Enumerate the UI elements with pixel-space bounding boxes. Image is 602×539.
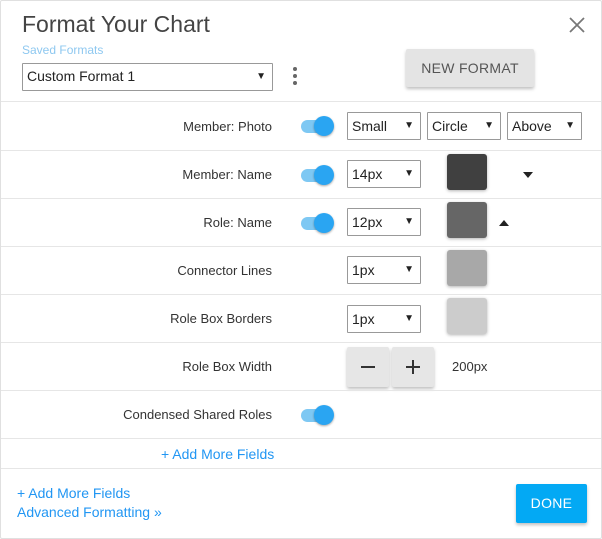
connector-lines-width-value: 1px — [352, 262, 375, 278]
divider — [1, 390, 601, 391]
divider — [1, 150, 601, 151]
saved-format-select[interactable]: Custom Format 1 ▼ — [22, 63, 273, 91]
member-name-size-select[interactable]: 14px ▼ — [347, 160, 421, 188]
chevron-up-icon[interactable] — [499, 220, 509, 226]
member-name-color-swatch[interactable] — [447, 154, 487, 190]
role-box-borders-color-swatch[interactable] — [447, 298, 487, 334]
role-name-size-select[interactable]: 12px ▼ — [347, 208, 421, 236]
role-box-borders-label: Role Box Borders — [170, 311, 272, 326]
divider — [1, 468, 601, 469]
connector-lines-width-select[interactable]: 1px ▼ — [347, 256, 421, 284]
member-name-label: Member: Name — [182, 167, 272, 182]
divider — [1, 438, 601, 439]
photo-size-value: Small — [352, 118, 388, 134]
add-more-fields-link[interactable]: + Add More Fields — [17, 485, 130, 501]
role-box-width-label: Role Box Width — [182, 359, 272, 374]
increase-width-button[interactable] — [392, 347, 434, 387]
divider — [1, 342, 601, 343]
condensed-shared-roles-label: Condensed Shared Roles — [123, 407, 272, 422]
divider — [1, 294, 601, 295]
dialog-title: Format Your Chart — [22, 11, 210, 37]
photo-shape-select[interactable]: Circle ▼ — [427, 112, 501, 140]
photo-size-select[interactable]: Small ▼ — [347, 112, 421, 140]
dropdown-arrow-icon: ▼ — [404, 216, 414, 227]
dropdown-arrow-icon: ▼ — [404, 168, 414, 179]
dropdown-arrow-icon: ▼ — [256, 71, 266, 82]
divider — [1, 198, 601, 199]
divider — [1, 246, 601, 247]
member-photo-label: Member: Photo — [183, 119, 272, 134]
dropdown-arrow-icon: ▼ — [404, 264, 414, 275]
minus-icon — [361, 366, 375, 368]
photo-shape-value: Circle — [432, 118, 468, 134]
member-photo-toggle[interactable] — [299, 115, 335, 137]
format-chart-dialog: Format Your Chart Saved Formats Custom F… — [0, 0, 602, 539]
photo-position-select[interactable]: Above ▼ — [507, 112, 582, 140]
decrease-width-button[interactable] — [347, 347, 389, 387]
dropdown-arrow-icon: ▼ — [404, 120, 414, 131]
member-name-toggle[interactable] — [299, 164, 335, 186]
saved-format-select-value: Custom Format 1 — [27, 68, 136, 84]
divider — [1, 101, 601, 102]
advanced-formatting-link[interactable]: Advanced Formatting » — [17, 504, 162, 520]
dropdown-arrow-icon: ▼ — [484, 120, 494, 131]
dropdown-arrow-icon: ▼ — [404, 313, 414, 324]
connector-lines-color-swatch[interactable] — [447, 250, 487, 286]
member-name-size-value: 14px — [352, 166, 383, 182]
role-name-label: Role: Name — [203, 215, 272, 230]
condensed-shared-roles-toggle[interactable] — [299, 404, 335, 426]
close-icon[interactable] — [568, 16, 586, 34]
kebab-menu-icon[interactable] — [289, 65, 301, 87]
add-more-fields-inline-link[interactable]: + Add More Fields — [161, 446, 274, 462]
role-box-borders-width-select[interactable]: 1px ▼ — [347, 305, 421, 333]
role-box-width-value: 200px — [452, 359, 488, 374]
role-box-borders-width-value: 1px — [352, 311, 375, 327]
role-name-color-swatch[interactable] — [447, 202, 487, 238]
saved-formats-label: Saved Formats — [22, 43, 104, 57]
plus-icon — [406, 360, 420, 374]
role-name-toggle[interactable] — [299, 212, 335, 234]
photo-position-value: Above — [512, 118, 552, 134]
new-format-button[interactable]: NEW FORMAT — [406, 49, 534, 87]
done-button[interactable]: DONE — [516, 484, 587, 523]
role-name-size-value: 12px — [352, 214, 383, 230]
connector-lines-label: Connector Lines — [177, 263, 272, 278]
chevron-down-icon[interactable] — [523, 172, 533, 178]
dropdown-arrow-icon: ▼ — [565, 120, 575, 131]
